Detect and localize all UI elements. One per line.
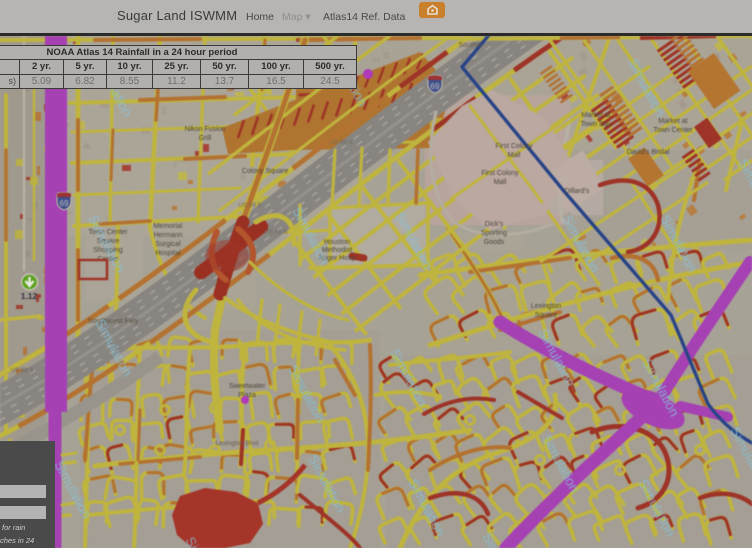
svg-text:1.12: 1.12 [21,291,38,301]
